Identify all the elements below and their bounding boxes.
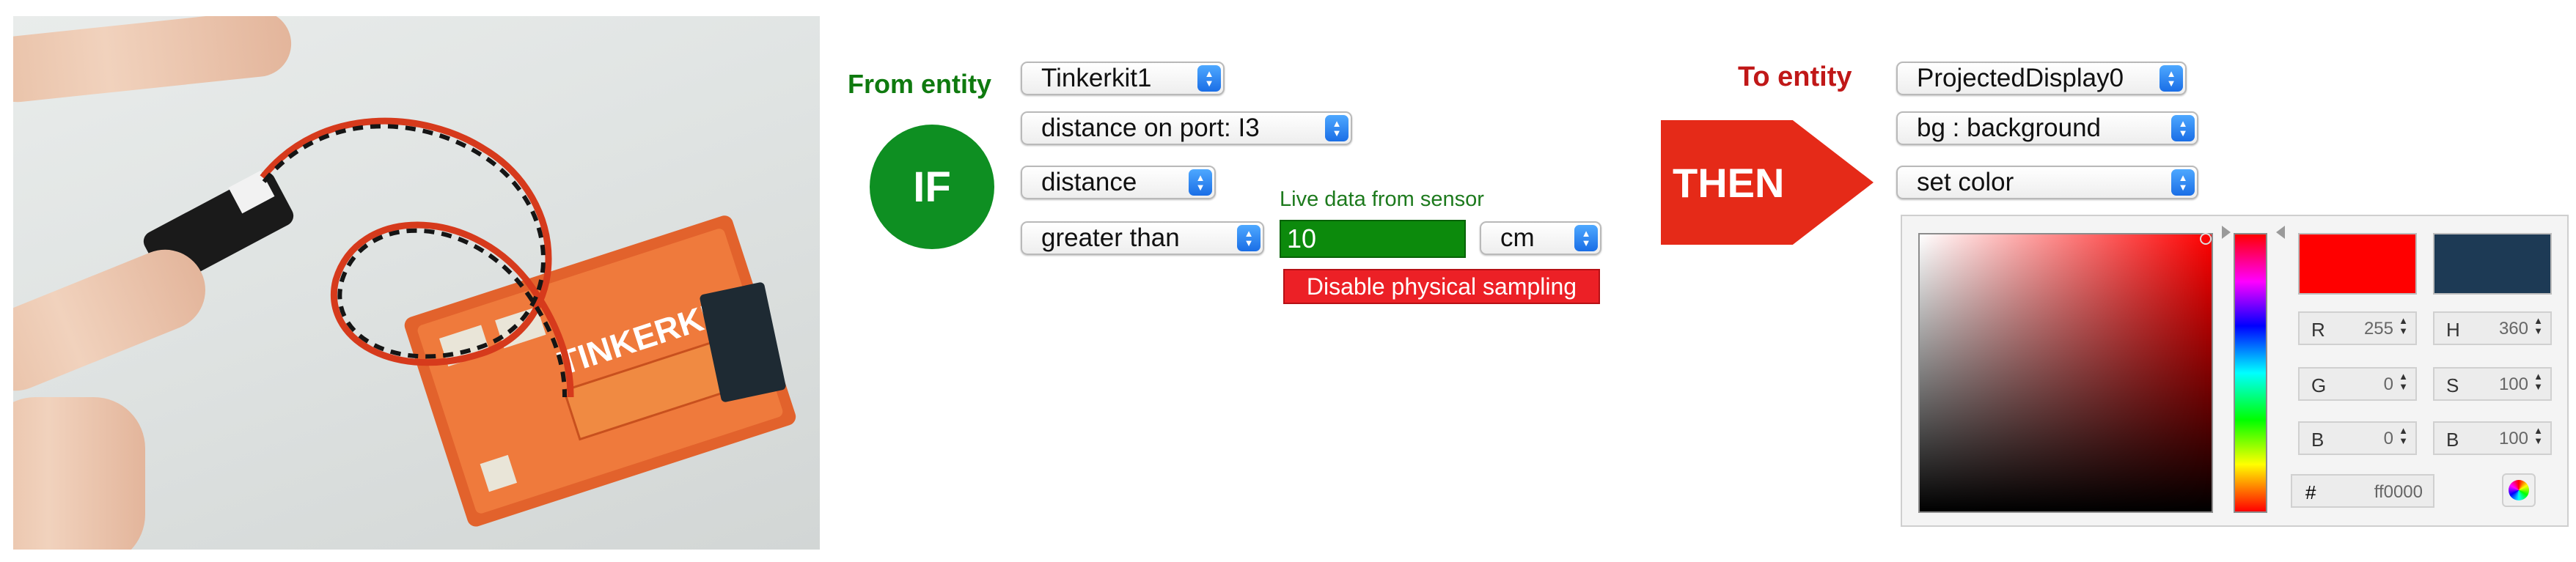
updown-arrows-icon: ▲ ▼ (1197, 65, 1221, 92)
stepper-icon[interactable]: ▲ ▼ (2533, 371, 2543, 392)
hex-field[interactable]: # ff0000 (2291, 474, 2434, 508)
saturation-value[interactable]: 100 (2499, 374, 2528, 395)
to-entity-label: To entity (1738, 62, 1852, 92)
property-value: distance (1041, 168, 1137, 196)
source-entity-select[interactable]: Tinkerkit1 ▲ ▼ (1021, 62, 1225, 95)
unit-value: cm (1500, 223, 1535, 252)
brightness-field[interactable]: B 100 ▲ ▼ (2433, 421, 2552, 455)
red-field[interactable]: R 255 ▲ ▼ (2298, 311, 2417, 345)
green-field[interactable]: G 0 ▲ ▼ (2298, 367, 2417, 401)
hue-pointer-left-icon[interactable] (2222, 226, 2231, 239)
red-label: R (2311, 319, 2325, 341)
updown-arrows-icon: ▲ ▼ (2171, 169, 2195, 196)
target-entity-value: ProjectedDisplay0 (1917, 64, 2124, 92)
red-value[interactable]: 255 (2364, 319, 2393, 339)
updown-arrows-icon: ▲ ▼ (1189, 169, 1212, 196)
hue-slider[interactable] (2234, 233, 2267, 513)
current-color-swatch[interactable] (2433, 233, 2552, 295)
updown-arrows-icon: ▲ ▼ (1574, 225, 1598, 251)
hardware-photo: TINKERKIT (13, 16, 820, 550)
action-select[interactable]: set color ▲ ▼ (1896, 166, 2198, 199)
property-select[interactable]: distance ▲ ▼ (1021, 166, 1216, 199)
saturation-brightness-handle[interactable] (2200, 233, 2212, 245)
source-entity-value: Tinkerkit1 (1041, 64, 1152, 92)
sensor-port-value: distance on port: I3 (1041, 114, 1260, 142)
action-value: set color (1917, 168, 2014, 196)
updown-arrows-icon: ▲ ▼ (1237, 225, 1261, 251)
disable-sampling-button[interactable]: Disable physical sampling (1283, 269, 1600, 304)
live-data-label: Live data from sensor (1280, 188, 1484, 211)
updown-arrows-icon: ▲ ▼ (1325, 115, 1348, 141)
threshold-input[interactable]: 10 (1280, 220, 1466, 258)
stepper-icon[interactable]: ▲ ▼ (2399, 371, 2408, 392)
if-badge: IF (870, 125, 994, 249)
brightness-label: B (2446, 429, 2459, 451)
blue-value[interactable]: 0 (2384, 429, 2393, 449)
updown-arrows-icon: ▲ ▼ (2171, 115, 2195, 141)
from-entity-label: From entity (848, 69, 992, 99)
operator-value: greater than (1041, 223, 1180, 252)
blue-label: B (2311, 429, 2324, 451)
stepper-icon[interactable]: ▲ ▼ (2533, 316, 2543, 336)
saturation-label: S (2446, 374, 2459, 396)
green-value[interactable]: 0 (2384, 374, 2393, 395)
sensor-port-select[interactable]: distance on port: I3 ▲ ▼ (1021, 111, 1352, 145)
hex-label: # (2305, 481, 2316, 503)
blue-field[interactable]: B 0 ▲ ▼ (2298, 421, 2417, 455)
stepper-icon[interactable]: ▲ ▼ (2533, 426, 2543, 446)
saturation-brightness-field[interactable] (1918, 233, 2213, 513)
then-arrow: THEN (1661, 120, 1874, 245)
color-wheel-icon[interactable] (2502, 473, 2536, 507)
hue-value[interactable]: 360 (2499, 319, 2528, 339)
stepper-icon[interactable]: ▲ ▼ (2399, 316, 2408, 336)
then-label: THEN (1673, 159, 1785, 206)
brightness-value[interactable]: 100 (2499, 429, 2528, 449)
unit-select[interactable]: cm ▲ ▼ (1480, 221, 1601, 255)
hex-value[interactable]: ff0000 (2374, 482, 2423, 503)
hue-label: H (2446, 319, 2460, 341)
new-color-swatch (2298, 233, 2417, 295)
saturation-field[interactable]: S 100 ▲ ▼ (2433, 367, 2552, 401)
green-label: G (2311, 374, 2327, 396)
operator-select[interactable]: greater than ▲ ▼ (1021, 221, 1264, 255)
target-entity-select[interactable]: ProjectedDisplay0 ▲ ▼ (1896, 62, 2187, 95)
target-property-value: bg : background (1917, 114, 2102, 142)
target-property-select[interactable]: bg : background ▲ ▼ (1896, 111, 2198, 145)
hue-field[interactable]: H 360 ▲ ▼ (2433, 311, 2552, 345)
hue-pointer-right-icon[interactable] (2276, 226, 2285, 239)
updown-arrows-icon: ▲ ▼ (2159, 65, 2183, 92)
stepper-icon[interactable]: ▲ ▼ (2399, 426, 2408, 446)
